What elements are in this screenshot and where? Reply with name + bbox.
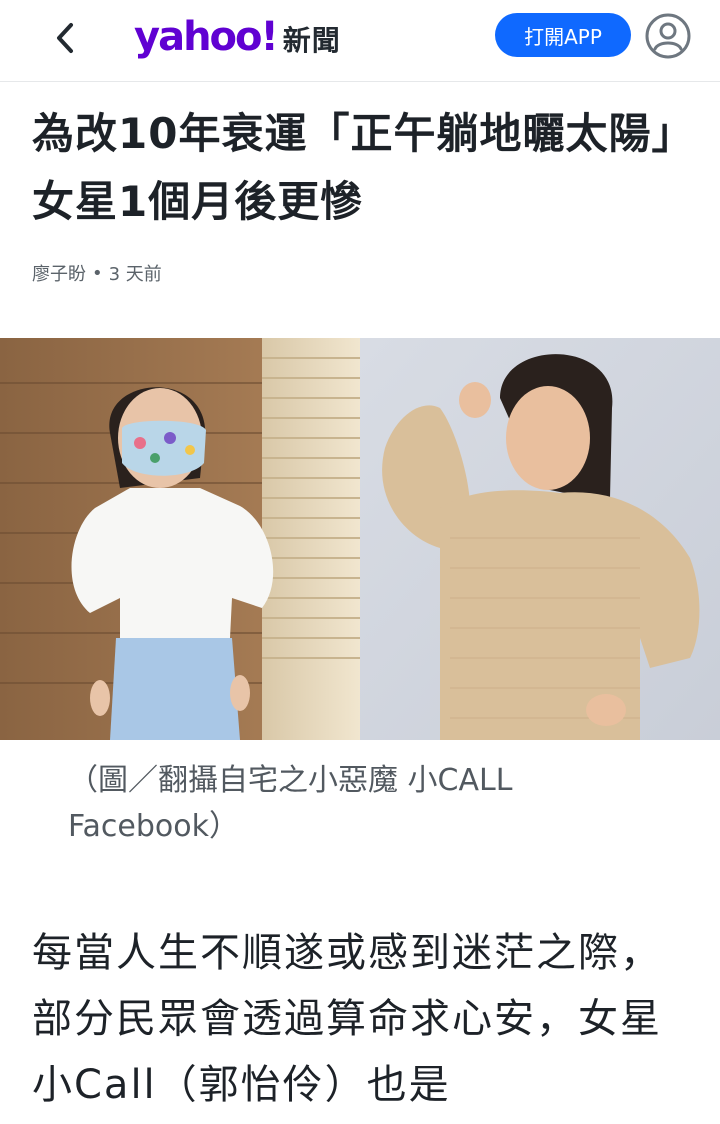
byline-separator: • [92,262,103,284]
back-button[interactable] [42,16,86,60]
article-title: 為改10年衰運「正午躺地曬太陽」 女星1個月後更慘 [32,109,695,226]
open-app-button[interactable]: 打開APP [495,13,631,57]
yahoo-news-logo[interactable]: yahoo! 新聞 [134,12,341,62]
article-byline: 廖子盼 • 3 天前 [32,260,162,286]
user-circle-icon [645,13,691,59]
publish-time: 3 天前 [108,264,162,285]
logo-word: yahoo! [134,14,279,60]
article-body-paragraph: 每當人生不順遂或感到迷茫之際，部分民眾會透過算命求心安，女星小Call（郭怡伶）… [32,930,662,1108]
image-caption: （圖／翻攝自宅之小惡魔 小CALL Facebook） [68,763,513,844]
logo-section-label: 新聞 [282,24,341,57]
top-navigation-bar: yahoo! 新聞 打開APP [0,0,720,82]
author-name[interactable]: 廖子盼 [32,260,86,286]
profile-button[interactable] [644,12,692,60]
article-photo-image [0,338,720,740]
chevron-left-icon [57,23,73,53]
article-photo[interactable] [0,338,720,740]
